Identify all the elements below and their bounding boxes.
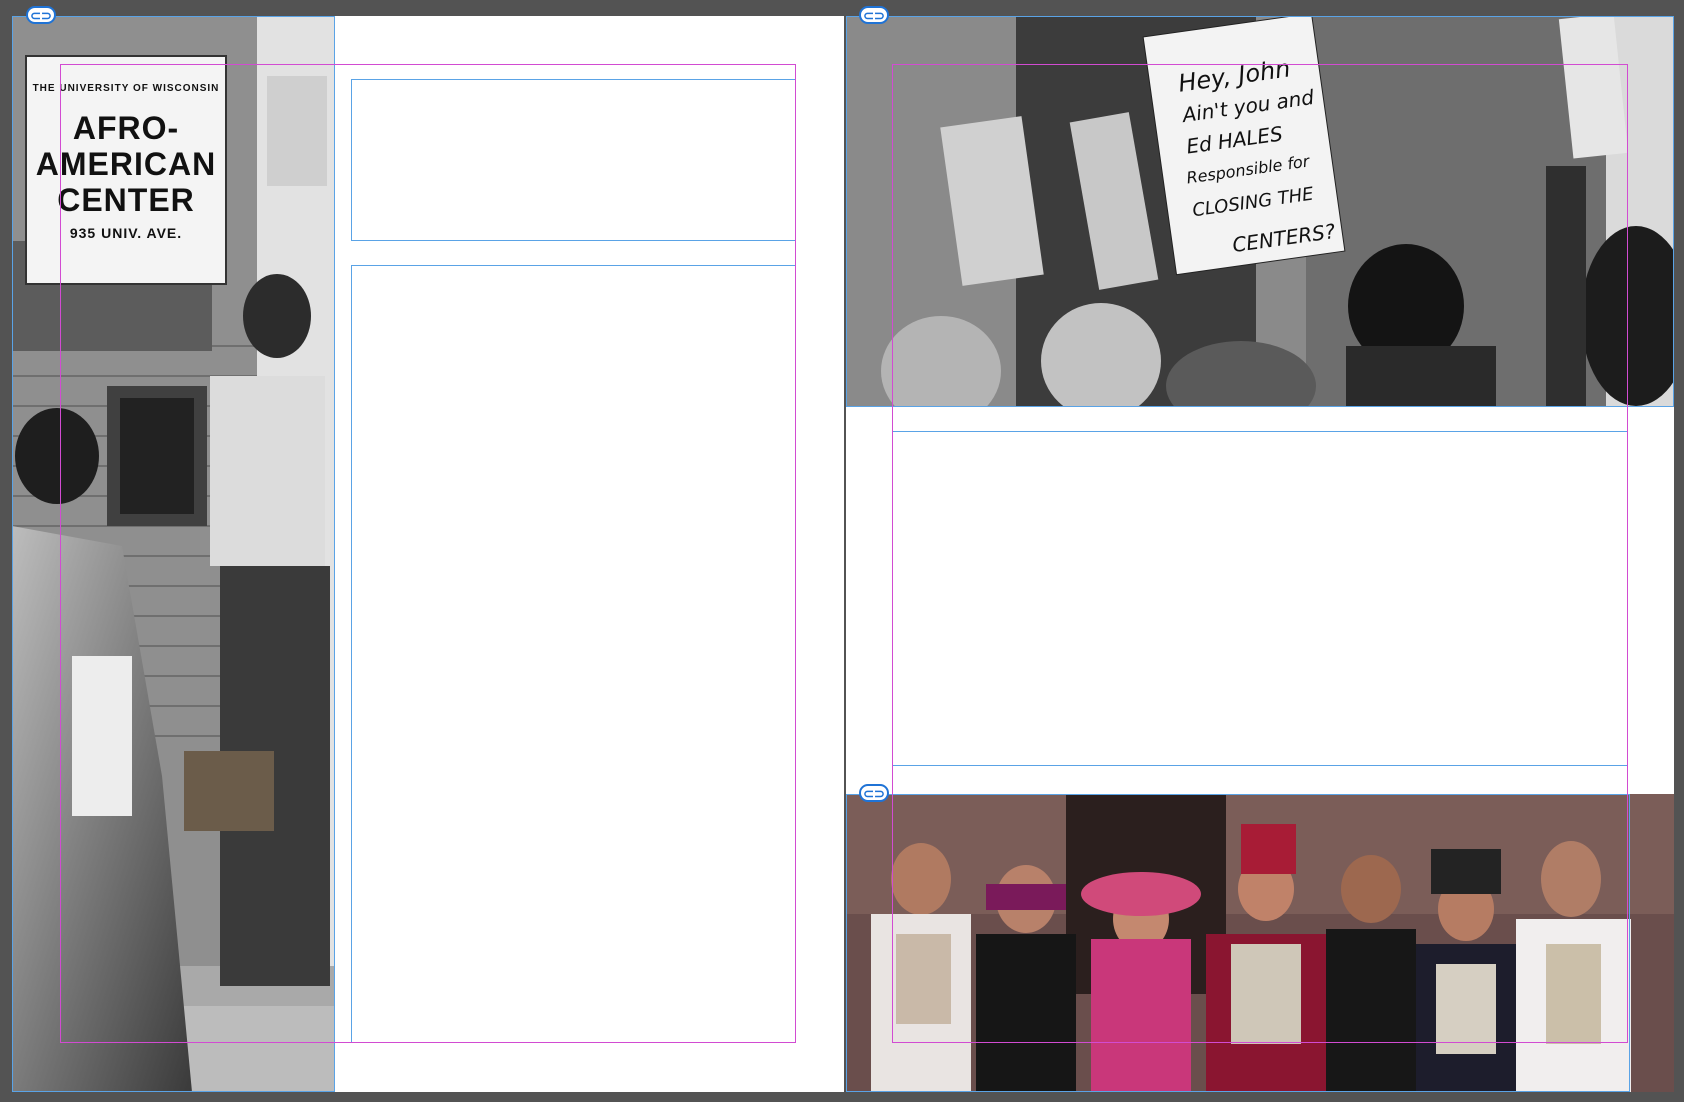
text-frame-body[interactable] — [351, 265, 796, 1043]
link-icon[interactable]: ⊂⊃ — [26, 6, 56, 24]
protest-photo-frame-edge[interactable] — [846, 16, 1674, 407]
left-photo-frame-edge[interactable] — [12, 16, 335, 1092]
text-frame-caption[interactable] — [892, 431, 1628, 766]
text-frame-title[interactable] — [351, 79, 796, 241]
link-icon[interactable]: ⊂⊃ — [859, 784, 889, 802]
link-icon[interactable]: ⊂⊃ — [859, 6, 889, 24]
hmong-photo-frame-edge[interactable] — [846, 794, 1630, 1092]
